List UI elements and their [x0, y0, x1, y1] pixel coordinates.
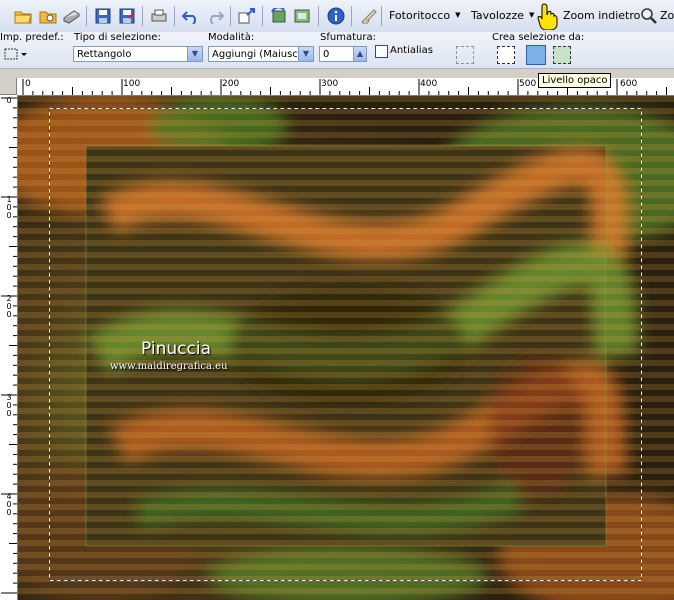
from-layer-icon[interactable] [497, 46, 515, 64]
from-mask-icon[interactable] [553, 46, 571, 64]
photo-fix-icon[interactable] [291, 5, 313, 27]
hruler-label: 500 [519, 79, 537, 89]
tool-options-bar: Imp. predef.: Tipo di selezione: Rettang… [0, 32, 674, 69]
create-from-label: Crea selezione da: [492, 32, 585, 43]
vruler-label: 400 [6, 492, 12, 517]
chevron-down-icon: ▼ [298, 47, 313, 61]
hruler-label: 100 [123, 79, 141, 89]
hruler-label: 0 [25, 79, 31, 89]
preset-selection-icon [4, 48, 27, 60]
selection-type-value: Rettangolo [77, 49, 132, 60]
rotate-icon[interactable] [268, 5, 290, 27]
vruler-label: 300 [6, 393, 12, 418]
chevron-down-icon: ▼ [455, 11, 461, 19]
zoom-out-label: Zoom indietro [563, 9, 641, 22]
main-toolbar: Fotoritocco ▼ Tavolozze ▼ Zoom indietro Zo [0, 0, 674, 33]
spinner-icon[interactable]: ▲ [353, 47, 366, 61]
mode-label: Modalità: [208, 32, 255, 43]
vertical-ruler: 0 100 200 300 400 [0, 95, 18, 600]
chevron-down-icon: ▼ [528, 11, 535, 19]
save-icon[interactable] [92, 5, 114, 27]
mode-value: Aggiungi (Maiusc) [212, 49, 302, 60]
tooltip: Livello opaco [538, 73, 612, 88]
hruler-label: 300 [321, 79, 339, 89]
abstract-artwork [18, 96, 674, 600]
vruler-label: 200 [6, 294, 12, 319]
feather-input[interactable]: 0 ▲ [319, 46, 367, 62]
undo-icon[interactable] [180, 5, 202, 27]
vertical-ruler-ticks [1, 97, 17, 594]
feather-value: 0 [323, 49, 330, 60]
ruler-corner [0, 78, 17, 95]
select-none-icon[interactable] [456, 46, 474, 64]
chevron-down-icon: ▼ [187, 47, 202, 61]
hruler-label: 600 [620, 79, 638, 89]
vruler-label: 100 [6, 195, 12, 220]
feather-label: Sfumatura: [320, 32, 376, 43]
watermark-name: Pinuccia [141, 339, 211, 359]
mode-select[interactable]: Aggiungi (Maiusc) ▼ [208, 46, 314, 62]
open-folder-icon[interactable] [12, 5, 34, 27]
opaque-layer-icon[interactable] [526, 45, 546, 65]
zoom-out-button[interactable]: Zoom indietro [563, 9, 640, 22]
zoom-in-label: Zo [660, 9, 674, 22]
magnifier-icon[interactable] [638, 5, 660, 27]
zoom-in-button[interactable]: Zo [660, 9, 674, 22]
antialias-label: Antialias [390, 45, 433, 56]
resize-icon[interactable] [236, 5, 258, 27]
scanner-icon[interactable] [60, 5, 82, 27]
redo-icon[interactable] [204, 5, 226, 27]
brush-icon[interactable] [357, 5, 379, 27]
save-as-icon[interactable] [116, 5, 138, 27]
menu-tavolozze[interactable]: Tavolozze ▼ [471, 9, 534, 22]
hand-cursor-icon [537, 2, 559, 31]
print-icon[interactable] [148, 5, 170, 27]
menu-tavolozze-label: Tavolozze [471, 9, 524, 22]
vruler-label: 0 [6, 96, 12, 105]
selection-type-select[interactable]: Rettangolo ▼ [73, 46, 203, 62]
preset-label: Imp. predef.: [0, 32, 64, 43]
hruler-label: 400 [420, 79, 438, 89]
menu-fotoritocco[interactable]: Fotoritocco ▼ [389, 9, 461, 22]
hruler-label: 200 [222, 79, 240, 89]
image-canvas[interactable]: Pinuccia www.maidiregrafica.eu [18, 96, 674, 600]
antialias-checkbox[interactable] [375, 45, 388, 58]
watermark-url: www.maidiregrafica.eu [110, 361, 228, 372]
menu-fotoritocco-label: Fotoritocco [389, 9, 451, 22]
browse-icon[interactable] [37, 5, 59, 27]
selection-type-label: Tipo di selezione: [74, 32, 161, 43]
preset-button[interactable] [4, 47, 27, 61]
info-icon[interactable] [325, 5, 347, 27]
